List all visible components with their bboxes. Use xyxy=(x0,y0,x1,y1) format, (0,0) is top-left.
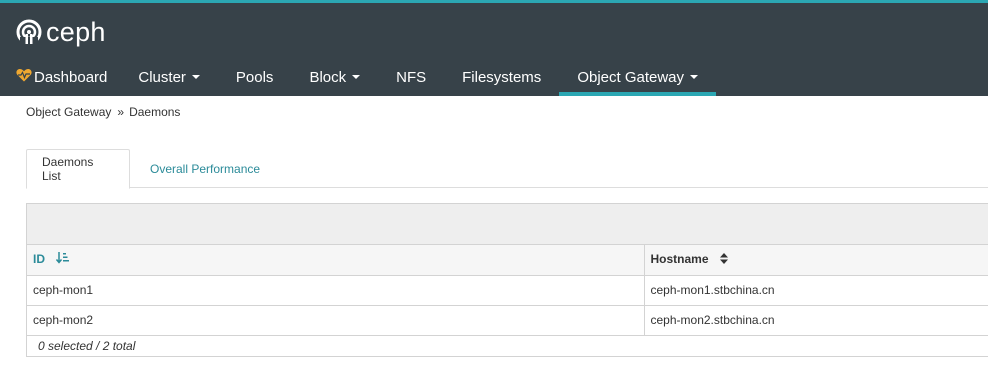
ceph-logo-icon xyxy=(16,19,42,45)
cell-hostname: ceph-mon1.stbchina.cn xyxy=(644,275,988,306)
caret-down-icon xyxy=(191,75,200,79)
column-header-hostname-label: Hostname xyxy=(650,252,709,267)
breadcrumb-parent[interactable]: Object Gateway xyxy=(26,105,111,119)
nav-nfs[interactable]: NFS xyxy=(378,58,444,96)
nav-filesystems[interactable]: Filesystems xyxy=(444,58,559,96)
nav-filesystems-label: Filesystems xyxy=(462,68,542,86)
daemons-table: ID Hostname ceph-mon1 ceph-mon1.stbchina… xyxy=(26,203,988,357)
sort-both-icon xyxy=(719,253,728,267)
nav-dashboard[interactable]: Dashboard xyxy=(0,58,120,96)
cell-hostname: ceph-mon2.stbchina.cn xyxy=(644,305,988,336)
table-row[interactable]: ceph-mon2 ceph-mon2.stbchina.cn xyxy=(27,305,988,336)
breadcrumb: Object Gateway » Daemons xyxy=(26,104,180,120)
column-header-id[interactable]: ID xyxy=(27,245,645,276)
sort-ascending-icon xyxy=(56,252,70,267)
caret-down-icon xyxy=(352,75,361,79)
nav-cluster[interactable]: Cluster xyxy=(120,58,218,96)
heart-icon xyxy=(16,68,32,86)
nav-nfs-label: NFS xyxy=(396,68,427,86)
nav-object-gateway[interactable]: Object Gateway xyxy=(559,58,717,96)
cell-id: ceph-mon2 xyxy=(27,305,645,336)
main-menu: Dashboard Cluster Pools Block NFS Filesy… xyxy=(0,58,717,96)
column-header-id-label: ID xyxy=(33,252,45,267)
column-header-hostname[interactable]: Hostname xyxy=(644,245,988,276)
nav-block-label: Block xyxy=(309,68,347,86)
table-header-row: ID Hostname xyxy=(27,245,988,276)
breadcrumb-separator: » xyxy=(117,105,125,119)
tab-daemons-list[interactable]: Daemons List xyxy=(26,149,130,189)
nav-dashboard-label: Dashboard xyxy=(34,68,108,86)
caret-down-icon xyxy=(690,75,699,79)
nav-cluster-label: Cluster xyxy=(138,68,186,86)
navbar: ceph Dashboard Cluster Pools Block NFS F… xyxy=(0,3,988,96)
nav-pools-label: Pools xyxy=(235,68,274,86)
tab-overall-performance[interactable]: Overall Performance xyxy=(135,149,275,188)
cell-id: ceph-mon1 xyxy=(27,275,645,306)
table-row[interactable]: ceph-mon1 ceph-mon1.stbchina.cn xyxy=(27,275,988,306)
daemons-grid: ID Hostname ceph-mon1 ceph-mon1.stbchina… xyxy=(27,245,988,336)
tab-bar: Daemons List Overall Performance xyxy=(26,149,988,189)
brand-name: ceph xyxy=(46,16,106,47)
nav-object-gateway-label: Object Gateway xyxy=(577,68,685,86)
table-toolbar xyxy=(27,204,988,245)
breadcrumb-current: Daemons xyxy=(129,105,181,119)
nav-block[interactable]: Block xyxy=(291,58,378,96)
table-footer: 0 selected / 2 total xyxy=(38,339,136,353)
nav-pools[interactable]: Pools xyxy=(218,58,292,96)
brand-logo[interactable]: ceph xyxy=(16,17,106,47)
